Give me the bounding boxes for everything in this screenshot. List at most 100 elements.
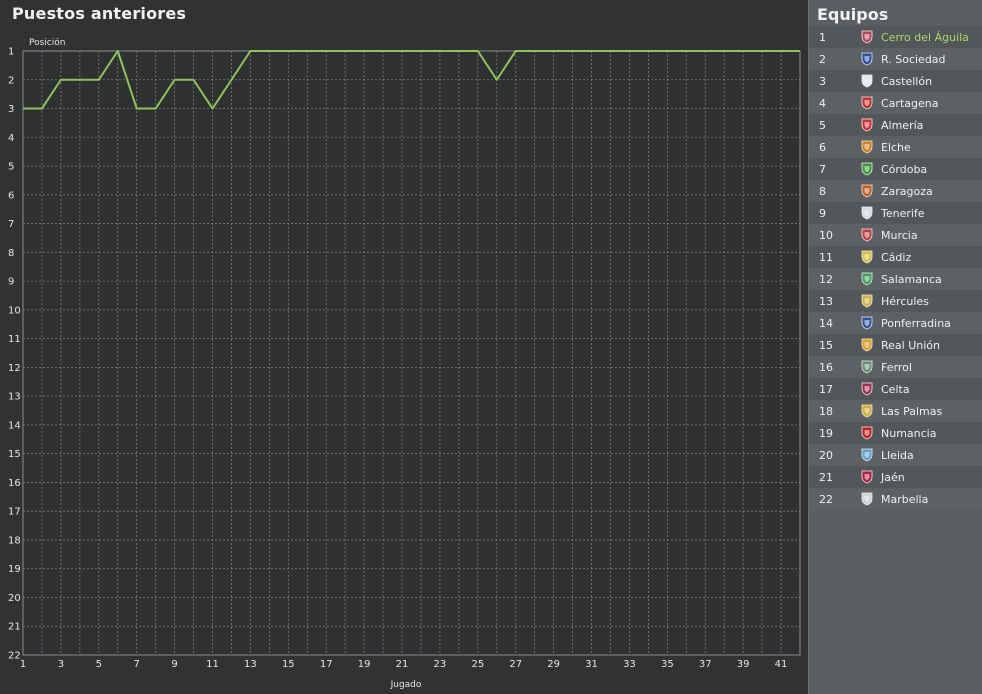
y-tick-label: 11 <box>8 334 21 345</box>
real-union-crest-icon <box>860 337 874 353</box>
team-name: Cádiz <box>881 250 912 264</box>
team-name: Ponferradina <box>881 316 951 330</box>
team-name: Hércules <box>881 294 929 308</box>
x-axis-label: Jugado <box>390 680 422 690</box>
x-tick-label: 35 <box>661 659 674 670</box>
team-name: Las Palmas <box>881 404 943 418</box>
y-tick-label: 17 <box>8 507 21 518</box>
team-name: Jaén <box>881 470 905 484</box>
x-tick-label: 1 <box>20 659 26 670</box>
y-tick-label: 14 <box>8 420 21 431</box>
team-row[interactable]: 18 Las Palmas <box>809 400 982 422</box>
y-tick-label: 13 <box>8 392 21 403</box>
team-row[interactable]: 21 Jaén <box>809 466 982 488</box>
team-row[interactable]: 12 Salamanca <box>809 268 982 290</box>
x-tick-label: 3 <box>58 659 64 670</box>
team-position: 3 <box>819 74 826 88</box>
team-row[interactable]: 7 Córdoba <box>809 158 982 180</box>
position-history-chart: 123456789101112131415161718192021221 3 5 7 9… <box>8 37 801 690</box>
plot-area <box>22 50 801 656</box>
team-position: 13 <box>819 294 833 308</box>
y-tick-label: 9 <box>8 277 14 288</box>
x-tick-label: 41 <box>775 659 788 670</box>
team-name: Castellón <box>881 74 933 88</box>
team-position: 5 <box>819 118 826 132</box>
cadiz-crest-icon <box>860 249 874 265</box>
x-tick-label: 37 <box>699 659 712 670</box>
team-position: 6 <box>819 140 826 154</box>
y-tick-label: 16 <box>8 478 21 489</box>
team-position: 22 <box>819 492 833 506</box>
salamanca-crest-icon <box>860 271 874 287</box>
team-row[interactable]: 15 Real Unión <box>809 334 982 356</box>
team-row[interactable]: 5 Almería <box>809 114 982 136</box>
team-row[interactable]: 19 Numancia <box>809 422 982 444</box>
y-tick-label: 5 <box>8 162 14 173</box>
y-axis-label: Posición <box>29 37 65 48</box>
team-name: Murcia <box>881 228 918 242</box>
x-tick-label: 29 <box>547 659 560 670</box>
team-position: 12 <box>819 272 833 286</box>
team-row[interactable]: 4 Cartagena <box>809 92 982 114</box>
team-row[interactable]: 8 Zaragoza <box>809 180 982 202</box>
team-position: 8 <box>819 184 826 198</box>
x-tick-label: 19 <box>358 659 371 670</box>
y-tick-label: 6 <box>8 190 14 201</box>
y-tick-label: 2 <box>8 75 14 86</box>
y-tick-label: 18 <box>8 535 21 546</box>
r-sociedad-crest-icon <box>860 51 874 67</box>
y-tick-label: 22 <box>8 651 21 662</box>
team-row[interactable]: 6 Elche <box>809 136 982 158</box>
x-tick-label: 17 <box>320 659 333 670</box>
x-tick-label: 9 <box>171 659 177 670</box>
x-tick-label: 5 <box>96 659 102 670</box>
team-name: Almería <box>881 118 924 132</box>
team-row[interactable]: 20 Lleida <box>809 444 982 466</box>
team-row[interactable]: 17 Celta <box>809 378 982 400</box>
team-position: 16 <box>819 360 833 374</box>
team-row[interactable]: 9 Tenerife <box>809 202 982 224</box>
zaragoza-crest-icon <box>860 183 874 199</box>
team-position: 19 <box>819 426 833 440</box>
team-row[interactable]: 1 Cerro del Águila <box>809 26 982 48</box>
marbella-crest-icon <box>860 491 874 507</box>
hercules-crest-icon <box>860 293 874 309</box>
y-tick-label: 4 <box>8 133 14 144</box>
team-name: Cartagena <box>881 96 939 110</box>
team-name: Ferrol <box>881 360 912 374</box>
x-tick-label: 13 <box>244 659 257 670</box>
y-tick-label: 21 <box>8 622 21 633</box>
ponferradina-crest-icon <box>860 315 874 331</box>
y-tick-label: 20 <box>8 593 21 604</box>
team-row[interactable]: 10 Murcia <box>809 224 982 246</box>
cordoba-crest-icon <box>860 161 874 177</box>
team-row[interactable]: 2 R. Sociedad <box>809 48 982 70</box>
team-name: Salamanca <box>881 272 942 286</box>
teams-panel: Equipos 1 Cerro del Águila 2 R. Sociedad 3 Ca… <box>808 0 982 694</box>
team-row[interactable]: 22 Marbella <box>809 488 982 510</box>
ferrol-crest-icon <box>860 359 874 375</box>
team-row[interactable]: 14 Ponferradina <box>809 312 982 334</box>
elche-crest-icon <box>860 139 874 155</box>
y-tick-label: 12 <box>8 363 21 374</box>
team-position: 9 <box>819 206 826 220</box>
y-tick-label: 7 <box>8 219 14 230</box>
team-row[interactable]: 16 Ferrol <box>809 356 982 378</box>
team-row[interactable]: 11 Cádiz <box>809 246 982 268</box>
x-tick-label: 15 <box>282 659 295 670</box>
team-name: Celta <box>881 382 910 396</box>
x-tick-label: 11 <box>206 659 219 670</box>
team-row[interactable]: 3 Castellón <box>809 70 982 92</box>
team-position: 20 <box>819 448 833 462</box>
x-tick-label: 39 <box>737 659 750 670</box>
team-name: Tenerife <box>881 206 925 220</box>
team-row[interactable]: 13 Hércules <box>809 290 982 312</box>
x-tick-label: 21 <box>396 659 409 670</box>
x-tick-label: 31 <box>585 659 598 670</box>
team-name: R. Sociedad <box>881 52 946 66</box>
y-tick-label: 1 <box>8 47 14 58</box>
team-position: 15 <box>819 338 833 352</box>
chart-panel: Puestos anteriores 1 2 3 4 5 6 7 8 9 10 11 12 13 14 15… <box>0 0 806 694</box>
team-position: 21 <box>819 470 833 484</box>
jaen-crest-icon <box>860 469 874 485</box>
